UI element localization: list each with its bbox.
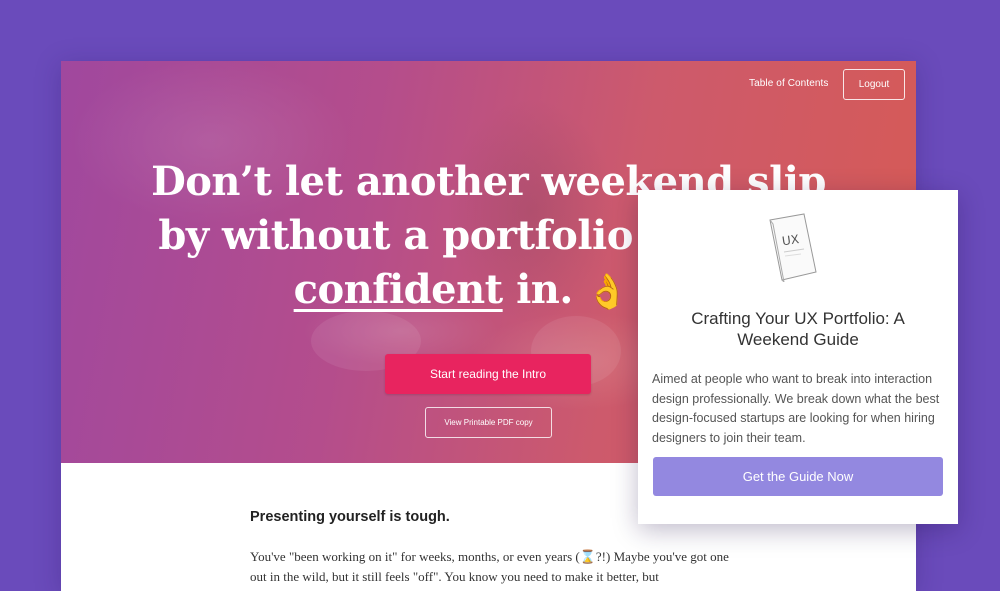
logout-button[interactable]: Logout bbox=[843, 69, 905, 100]
headline-word-in: in. bbox=[516, 266, 573, 313]
guide-card: UX Crafting Your UX Portfolio: A Weekend… bbox=[638, 190, 958, 524]
content-paragraph: You've "been working on it" for weeks, m… bbox=[250, 549, 729, 584]
book-cover-icon: UX bbox=[769, 213, 817, 282]
guide-title: Crafting Your UX Portfolio: A Weekend Gu… bbox=[691, 309, 905, 349]
guide-description: Aimed at people who want to break into i… bbox=[652, 372, 940, 445]
get-guide-button[interactable]: Get the Guide Now bbox=[653, 457, 943, 496]
ok-hand-emoji-icon: 👌 bbox=[586, 272, 629, 312]
book-cover-label: UX bbox=[781, 232, 800, 248]
headline-underlined-word: confident bbox=[293, 266, 504, 313]
table-of-contents-link[interactable]: Table of Contents bbox=[749, 78, 829, 89]
view-printable-pdf-button[interactable]: View Printable PDF copy bbox=[425, 407, 552, 438]
start-reading-intro-button[interactable]: Start reading the Intro bbox=[385, 354, 591, 394]
